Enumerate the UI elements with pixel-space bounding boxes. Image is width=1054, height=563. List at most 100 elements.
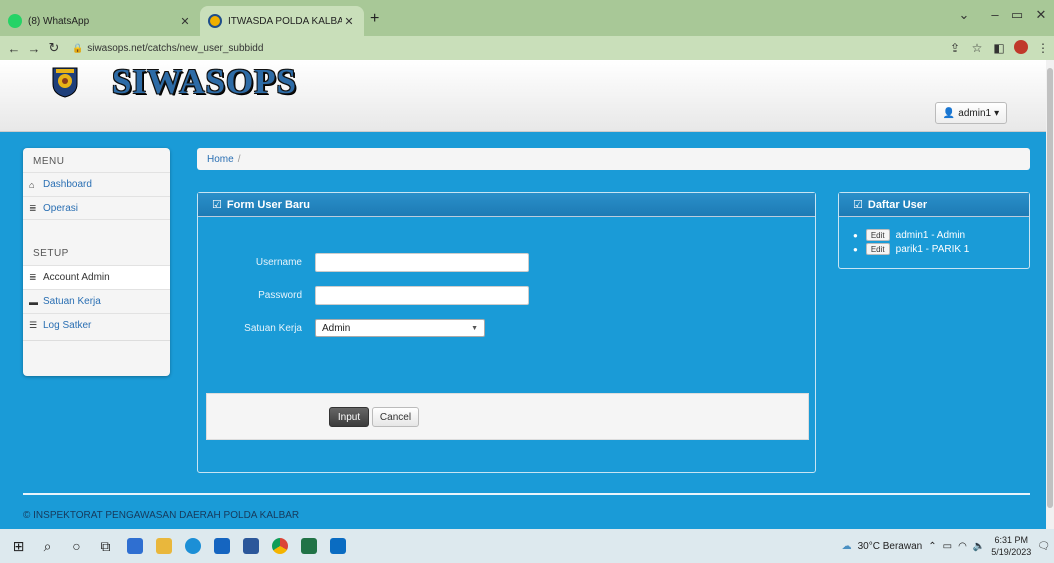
weather-icon: ☁ xyxy=(841,540,852,552)
satker-label: Satuan Kerja xyxy=(244,322,302,334)
cortana-icon[interactable]: ○ xyxy=(62,529,91,563)
tab-itwasda[interactable]: ITWASDA POLDA KALBAR ✕ xyxy=(200,6,364,36)
system-tray: ☁ 30°C Berawan ⌃ ▭ ◠ 🔈 6:31 PM 5/19/2023… xyxy=(842,529,1050,563)
web-page: SIWASOPS 👤 admin1 ▾ MENU ⌂ Dashboard ≣ O… xyxy=(0,60,1046,529)
bullet: ● xyxy=(853,230,858,240)
chevron-up-icon[interactable]: ⌃ xyxy=(928,541,936,552)
user-entry: parik1 - PARIK 1 xyxy=(895,243,970,255)
panel-header: ☑ Daftar User xyxy=(839,193,1029,217)
word-icon[interactable] xyxy=(236,529,265,563)
satker-select[interactable]: Admin ▼ xyxy=(315,319,485,337)
battery-icon[interactable]: ▭ xyxy=(943,541,952,552)
back-icon[interactable]: ← xyxy=(4,41,24,56)
password-row: Password xyxy=(198,286,529,305)
sidebar-item-label: Account Admin xyxy=(43,272,110,283)
breadcrumb-separator: / xyxy=(237,153,241,165)
close-tab-icon[interactable]: ✕ xyxy=(178,15,192,28)
close-window-button[interactable]: ✕ xyxy=(1031,7,1051,23)
edit-icon: ☑ xyxy=(212,199,222,211)
store-icon[interactable] xyxy=(120,529,149,563)
sidebar-item-satuan-kerja[interactable]: ▬ Satuan Kerja xyxy=(23,289,170,313)
site-brand[interactable]: SIWASOPS xyxy=(112,62,297,102)
satker-row: Satuan Kerja Admin ▼ xyxy=(198,319,485,337)
photos-icon[interactable] xyxy=(323,529,352,563)
panel-title: Form User Baru xyxy=(226,198,311,211)
whatsapp-icon xyxy=(8,14,22,28)
clock-date: 5/19/2023 xyxy=(991,547,1032,557)
wifi-icon[interactable]: ◠ xyxy=(958,541,967,552)
forward-icon[interactable]: → xyxy=(24,41,44,56)
daftar-user-panel: ☑ Daftar User ● Edit admin1 - Admin ● Ed… xyxy=(838,192,1030,269)
scrollbar-thumb[interactable] xyxy=(1047,68,1053,508)
search-icon[interactable]: ⌕ xyxy=(33,529,62,563)
sidebar-item-label: Dashboard xyxy=(43,179,92,190)
username-row: Username xyxy=(198,253,529,272)
mail-icon[interactable] xyxy=(207,529,236,563)
task-view-icon[interactable]: ⧉ xyxy=(91,529,120,563)
caret-down-icon: ▼ xyxy=(471,324,478,332)
user-menu-button[interactable]: 👤 admin1 ▾ xyxy=(935,102,1007,124)
weather-text[interactable]: 30°C Berawan xyxy=(858,541,923,552)
edit-button[interactable]: Edit xyxy=(865,243,890,255)
breadcrumb-home-link[interactable]: Home xyxy=(207,154,234,165)
sidebar-item-log-satker[interactable]: ☰ Log Satker xyxy=(23,313,170,337)
browser-tab-bar: (8) WhatsApp ✕ ITWASDA POLDA KALBAR ✕ + … xyxy=(0,0,1054,36)
sidebar-item-operasi[interactable]: ≣ Operasi xyxy=(23,196,170,220)
tab-whatsapp[interactable]: (8) WhatsApp ✕ xyxy=(0,6,200,36)
profile-avatar-icon[interactable] xyxy=(1010,39,1032,57)
edit-button[interactable]: Edit xyxy=(865,229,890,241)
minimize-button[interactable]: – xyxy=(985,7,1005,22)
list-item: ● Edit parik1 - PARIK 1 xyxy=(853,243,969,255)
url-field[interactable]: 🔒 siwasops.net/catchs/new_user_subbidd xyxy=(72,43,944,54)
clock[interactable]: 6:31 PM 5/19/2023 xyxy=(991,534,1031,558)
user-entry: admin1 - Admin xyxy=(895,229,966,241)
cancel-button[interactable]: Cancel xyxy=(372,407,419,427)
chrome-icon[interactable] xyxy=(265,529,294,563)
tab-search-icon[interactable]: ⌄ xyxy=(954,7,974,23)
share-icon[interactable]: ⇪ xyxy=(944,41,966,55)
volume-icon[interactable]: 🔈 xyxy=(973,541,985,552)
sidebar-item-label: Operasi xyxy=(43,202,79,214)
username-input[interactable] xyxy=(315,253,529,272)
sidebar-item-label: Log Satker xyxy=(43,320,92,331)
sidebar-item-dashboard[interactable]: ⌂ Dashboard xyxy=(23,172,170,196)
windows-start-icon[interactable]: ⊞ xyxy=(4,529,33,563)
file-explorer-icon[interactable] xyxy=(149,529,178,563)
username-label: Username xyxy=(255,257,302,268)
tab-title: (8) WhatsApp xyxy=(28,15,90,27)
form-user-baru-panel: ☑ Form User Baru Username Password Satua… xyxy=(197,192,816,473)
close-tab-icon[interactable]: ✕ xyxy=(342,15,356,28)
tab-title: ITWASDA POLDA KALBAR xyxy=(228,15,342,27)
comment-icon: ▬ xyxy=(29,296,38,307)
notification-icon[interactable]: 🗨 xyxy=(1037,541,1050,552)
user-name: admin1 xyxy=(958,107,992,119)
menu-heading: MENU xyxy=(33,156,65,167)
breadcrumb: Home / xyxy=(197,148,1030,170)
list-item: ● Edit admin1 - Admin xyxy=(853,229,965,241)
edge-icon[interactable] xyxy=(178,529,207,563)
caret-down-icon: ▾ xyxy=(994,107,1000,119)
reload-icon[interactable]: ↻ xyxy=(44,40,64,56)
panel-header: ☑ Form User Baru xyxy=(198,193,815,217)
polda-logo-icon xyxy=(52,67,78,98)
sidebar-item-label: Satuan Kerja xyxy=(43,296,101,307)
sidebar-item-account-admin[interactable]: ≣ Account Admin xyxy=(23,265,170,289)
bullet: ● xyxy=(853,244,858,254)
more-menu-icon[interactable]: ⋮ xyxy=(1032,41,1054,55)
clock-time: 6:31 PM xyxy=(994,535,1029,545)
bookmark-star-icon[interactable]: ☆ xyxy=(966,41,988,55)
setup-heading: SETUP xyxy=(33,248,69,259)
maximize-button[interactable]: ▭ xyxy=(1007,7,1027,23)
list-icon: ≣ xyxy=(29,202,37,213)
list-icon: ≣ xyxy=(29,272,37,282)
page-scrollbar[interactable] xyxy=(1046,60,1054,529)
input-button[interactable]: Input xyxy=(329,407,369,427)
password-input[interactable] xyxy=(315,286,529,305)
polda-logo-icon xyxy=(208,14,222,28)
windows-taskbar: ⊞ ⌕ ○ ⧉ ☁ 30°C Berawan ⌃ ▭ ◠ 🔈 6:31 PM 5… xyxy=(0,529,1054,563)
footer-divider xyxy=(23,493,1030,495)
excel-icon[interactable] xyxy=(294,529,323,563)
sidepanel-icon[interactable]: ◧ xyxy=(988,41,1010,55)
new-tab-button[interactable]: + xyxy=(370,10,379,28)
home-icon: ⌂ xyxy=(29,179,35,190)
